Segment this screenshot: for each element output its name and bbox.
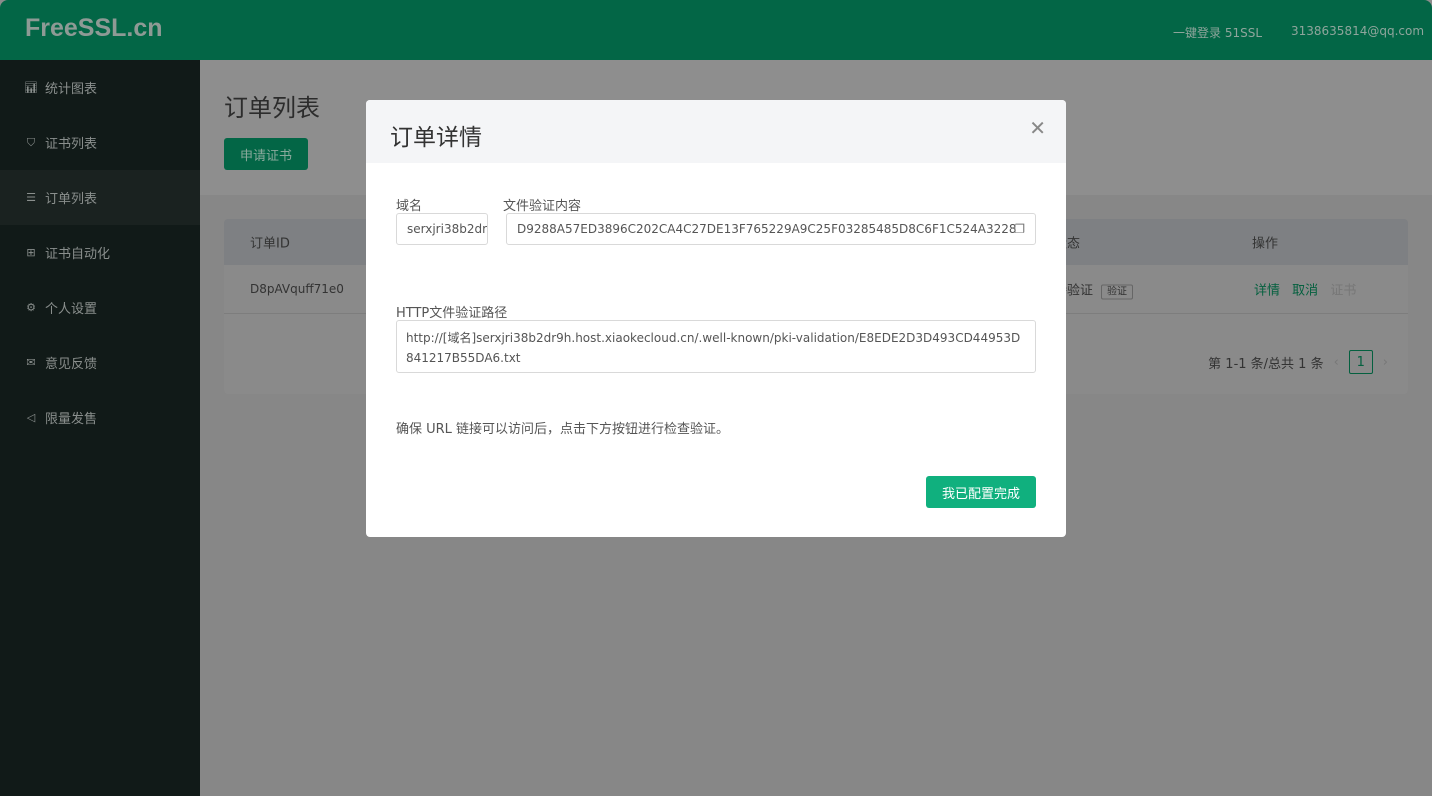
sidebar-item-orders[interactable]: ☰ 订单列表	[0, 170, 200, 225]
sidebar-item-label: 限量发售	[45, 412, 98, 427]
http-path-textarea[interactable]: http://[域名]serxjri38b2dr9h.host.xiaokecl…	[396, 320, 1036, 373]
login-51ssl-link[interactable]: 一键登录 51SSL	[1173, 24, 1262, 41]
domain-field[interactable]: serxjri38b2dr9h.host.xiaokecloud.cn	[396, 213, 488, 245]
sidebar-item-stats[interactable]: 📊︎ 统计图表	[0, 60, 200, 115]
file-content-value: D9288A57ED3896C202CA4C27DE13F765229A9C25…	[517, 222, 1017, 236]
sidebar-item-automation[interactable]: ⊞ 证书自动化	[0, 225, 200, 280]
sidebar-item-limited-sale[interactable]: ◁ 限量发售	[0, 390, 200, 445]
http-path-label: HTTP文件验证路径	[396, 306, 508, 321]
sidebar: 📊︎ 统计图表 ⛉ 证书列表 ☰ 订单列表 ⊞ 证书自动化 ⚙ 个人设置 ✉ 意见反馈 ◁ 限…	[0, 60, 200, 796]
megaphone-icon: ◁	[26, 411, 36, 424]
sidebar-item-label: 订单列表	[45, 192, 98, 207]
file-content-field[interactable]: D9288A57ED3896C202CA4C27DE13F765229A9C25…	[506, 213, 1036, 245]
col-order-id: 订单ID	[250, 236, 290, 252]
pagination-summary: 第 1-1 条/总共 1 条	[1208, 356, 1324, 372]
user-email-menu[interactable]: 3138635814@qq.com	[1291, 24, 1424, 38]
next-page-icon[interactable]: ›	[1383, 355, 1388, 370]
sidebar-item-label: 证书自动化	[45, 247, 111, 262]
page-title: 订单列表	[224, 94, 320, 122]
top-header: FreeSSL.cn 一键登录 51SSL 3138635814@qq.com	[0, 0, 1432, 60]
sitemap-icon: ⊞	[26, 246, 36, 259]
sidebar-item-label: 个人设置	[45, 302, 98, 317]
apply-cert-button[interactable]: 申请证书	[224, 138, 308, 170]
verify-tag-button[interactable]: 验证	[1101, 284, 1134, 300]
order-id: D8pAVquff71e0	[250, 282, 344, 296]
sidebar-item-feedback[interactable]: ✉ 意见反馈	[0, 335, 200, 390]
modal-title: 订单详情	[390, 125, 482, 151]
details-link[interactable]: 详情	[1254, 284, 1280, 299]
sidebar-item-label: 统计图表	[45, 82, 98, 97]
list-icon: ☰	[26, 191, 36, 204]
gear-icon: ⚙	[26, 301, 36, 314]
page-1-button[interactable]: 1	[1348, 350, 1373, 374]
close-icon[interactable]: ✕	[1029, 116, 1046, 140]
logo[interactable]: FreeSSL.cn	[25, 14, 163, 43]
col-actions: 操作	[1252, 236, 1279, 252]
sidebar-item-certs[interactable]: ⛉ 证书列表	[0, 115, 200, 170]
cancel-link[interactable]: 取消	[1292, 284, 1318, 299]
domain-label: 域名	[396, 199, 423, 214]
sidebar-item-label: 证书列表	[45, 137, 98, 152]
bar-chart-icon: 📊︎	[24, 81, 38, 94]
cert-link: 证书	[1330, 283, 1357, 299]
file-content-label: 文件验证内容	[503, 199, 582, 214]
config-complete-button[interactable]: 我已配置完成	[926, 476, 1036, 508]
shield-icon: ⛉	[26, 135, 36, 149]
sidebar-item-settings[interactable]: ⚙ 个人设置	[0, 280, 200, 335]
mail-icon: ✉	[26, 356, 36, 369]
hint-text: 确保 URL 链接可以访问后，点击下方按钮进行检查验证。	[396, 422, 730, 437]
prev-page-icon[interactable]: ‹	[1334, 355, 1339, 370]
order-details-modal: 订单详情 ✕ 域名 serxjri38b2dr9h.host.xiaokeclo…	[366, 100, 1066, 537]
pagination: 第 1-1 条/总共 1 条 ‹ 1 ›	[1208, 350, 1388, 374]
copy-icon[interactable]: ❐	[1014, 222, 1025, 236]
sidebar-item-label: 意见反馈	[45, 357, 98, 372]
